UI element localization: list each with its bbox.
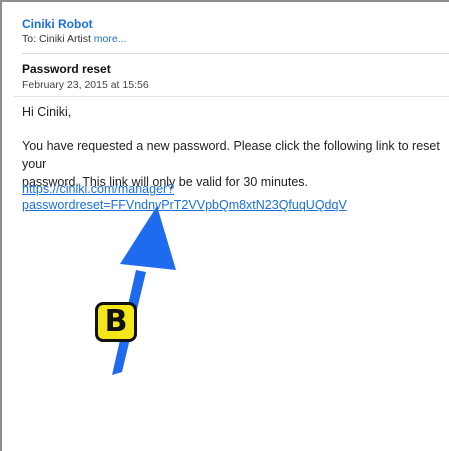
annotation-arrow <box>112 206 176 375</box>
arrow-head <box>120 206 176 270</box>
annotation-badge-b: B <box>95 302 137 342</box>
